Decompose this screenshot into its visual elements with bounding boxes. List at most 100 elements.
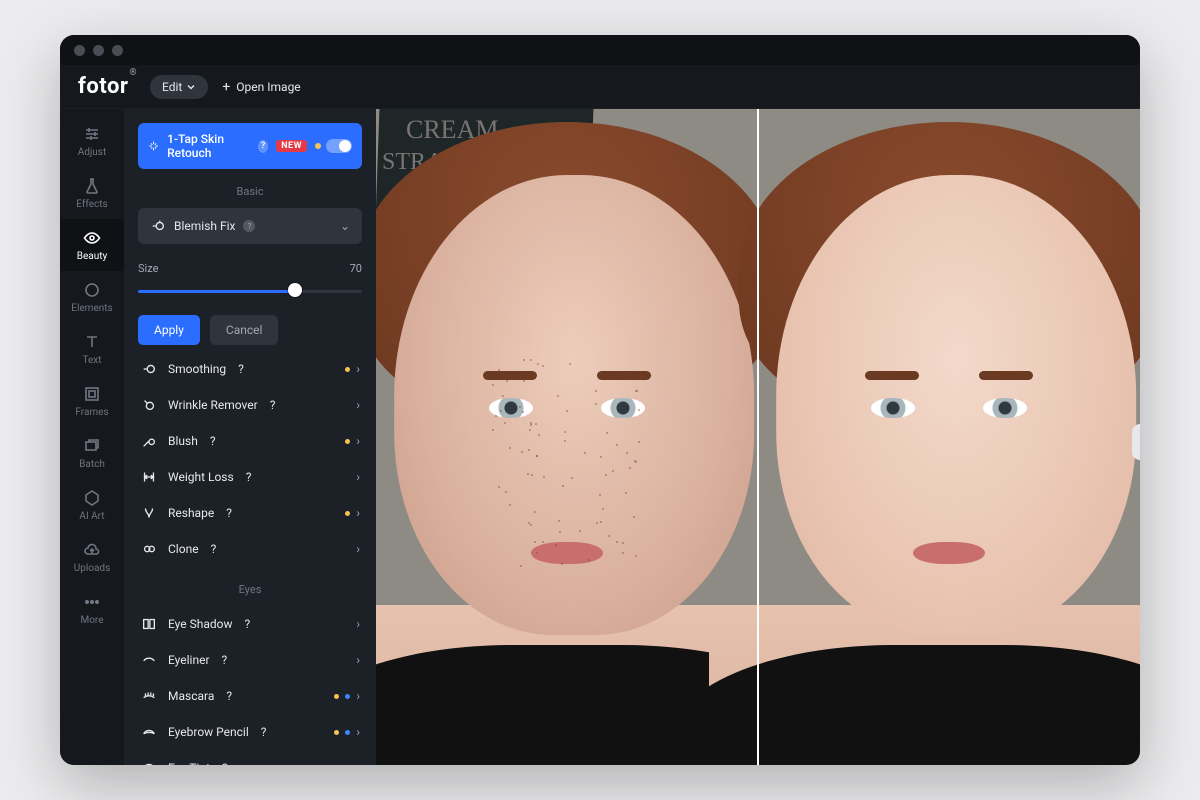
chevron-right-icon: ›: [356, 653, 360, 667]
freckle: [584, 452, 586, 454]
rail-item-more[interactable]: More: [60, 583, 124, 635]
rail-item-frames[interactable]: Frames: [60, 375, 124, 427]
freckle: [529, 429, 531, 431]
select-label: Blemish Fix: [174, 219, 235, 233]
tool-eyeliner[interactable]: Eyeliner?›: [138, 642, 362, 678]
slider-label: Size: [138, 262, 158, 275]
target-icon: [150, 218, 166, 234]
feature-label: 1-Tap Skin Retouch: [167, 132, 250, 160]
tool-label: Reshape: [168, 506, 214, 520]
help-icon[interactable]: ?: [222, 653, 228, 667]
help-icon[interactable]: ?: [270, 398, 276, 412]
more-icon: [83, 593, 101, 611]
titlebar: [60, 35, 1140, 65]
tool-reshape[interactable]: Reshape? ›: [138, 495, 362, 531]
help-icon[interactable]: ?: [211, 542, 217, 556]
freckle: [530, 422, 532, 424]
brow-shape: [483, 371, 537, 380]
rail-item-elements[interactable]: Elements: [60, 271, 124, 323]
rail-item-uploads[interactable]: Uploads: [60, 531, 124, 583]
freckle: [558, 520, 560, 522]
beauty-panel: 1-Tap Skin Retouch ? NEW Basic Blemish F…: [124, 109, 376, 765]
help-icon[interactable]: ?: [226, 506, 232, 520]
new-badge: NEW: [276, 140, 307, 152]
traffic-light-max[interactable]: [112, 45, 123, 56]
feature-toggle[interactable]: [326, 139, 352, 153]
compare-divider[interactable]: [757, 109, 759, 765]
tool-eyeshadow[interactable]: Eye Shadow?›: [138, 606, 362, 642]
rail-item-batch[interactable]: Batch: [60, 427, 124, 479]
side-handle[interactable]: [1132, 424, 1140, 460]
chevron-right-icon: ›: [356, 506, 360, 520]
help-icon[interactable]: ?: [238, 362, 244, 376]
brow-shape: [865, 371, 919, 380]
tool-weight[interactable]: Weight Loss?›: [138, 459, 362, 495]
chevron-right-icon: ›: [356, 689, 360, 703]
traffic-light-close[interactable]: [74, 45, 85, 56]
tool-mascara[interactable]: Mascara?›: [138, 678, 362, 714]
app-window: fotor® Edit + Open Image Adjust Effects …: [60, 35, 1140, 765]
freckle: [571, 477, 573, 479]
reshape-icon: [140, 505, 158, 521]
help-icon[interactable]: ?: [246, 470, 252, 484]
tool-blush[interactable]: Blush?›: [138, 423, 362, 459]
mascara-icon: [140, 688, 158, 704]
rail-label: Text: [82, 355, 101, 366]
open-image-button[interactable]: + Open Image: [222, 80, 300, 94]
freckle: [562, 485, 564, 487]
tool-eyetint[interactable]: Eye Tint?›: [138, 750, 362, 765]
freckle: [557, 395, 559, 397]
blemish-fix-select[interactable]: Blemish Fix ? ⌄: [138, 208, 362, 244]
edit-menu[interactable]: Edit: [150, 75, 208, 99]
size-slider[interactable]: [138, 283, 362, 297]
tool-clone[interactable]: Clone?›: [138, 531, 362, 567]
freckle: [616, 541, 618, 543]
freckle: [500, 410, 502, 412]
rail-item-ai-art[interactable]: AI Art: [60, 479, 124, 531]
rail-label: AI Art: [79, 511, 104, 522]
sparkle-icon: [148, 139, 159, 153]
help-icon[interactable]: ?: [261, 725, 267, 739]
freckle: [502, 395, 504, 397]
premium-dot-icon: [345, 511, 350, 516]
freckle: [542, 365, 544, 367]
rail-item-effects[interactable]: Effects: [60, 167, 124, 219]
tool-wrinkle[interactable]: Wrinkle Remover?›: [138, 387, 362, 423]
rail-item-adjust[interactable]: Adjust: [60, 115, 124, 167]
help-icon[interactable]: ?: [245, 617, 251, 631]
chevron-right-icon: ›: [356, 725, 360, 739]
rail-label: Elements: [71, 303, 112, 314]
tool-label: Weight Loss: [168, 470, 234, 484]
freckle: [555, 544, 557, 546]
freckle: [608, 535, 610, 537]
tool-smoothing[interactable]: Smoothing?›: [138, 351, 362, 387]
premium-dot-icon: [334, 694, 339, 699]
cancel-button[interactable]: Cancel: [210, 315, 279, 345]
help-icon[interactable]: ?: [222, 761, 228, 765]
rail-label: Batch: [79, 459, 105, 470]
freckle: [505, 491, 507, 493]
tool-eyebrow[interactable]: Eyebrow Pencil?›: [138, 714, 362, 750]
slider-thumb[interactable]: [288, 283, 302, 297]
tool-label: Clone: [168, 542, 199, 556]
brand-logo: fotor®: [78, 74, 136, 99]
tool-label: Smoothing: [168, 362, 226, 376]
apply-button[interactable]: Apply: [138, 315, 200, 345]
smoothing-icon: [140, 361, 158, 377]
section-basic-heading: Basic: [138, 185, 362, 198]
freckle: [519, 406, 521, 408]
eyeshadow-icon: [140, 616, 158, 632]
help-icon[interactable]: ?: [243, 220, 255, 232]
help-icon[interactable]: ?: [226, 689, 232, 703]
slider-fill: [138, 290, 295, 293]
rail-item-text[interactable]: Text: [60, 323, 124, 375]
help-icon[interactable]: ?: [210, 434, 216, 448]
freckle: [633, 516, 635, 518]
help-icon[interactable]: ?: [258, 140, 268, 153]
traffic-light-min[interactable]: [93, 45, 104, 56]
canvas[interactable]: CREAM STRAW HOT CH: [376, 109, 1140, 765]
slider-value: 70: [350, 262, 362, 275]
rail-item-beauty[interactable]: Beauty: [60, 219, 124, 271]
size-slider-row: Size 70: [138, 262, 362, 297]
one-tap-retouch[interactable]: 1-Tap Skin Retouch ? NEW: [138, 123, 362, 169]
